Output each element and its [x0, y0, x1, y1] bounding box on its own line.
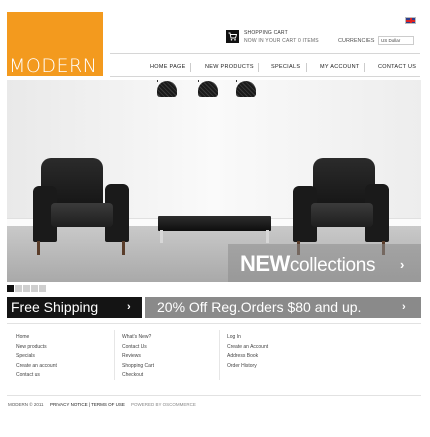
- header-divider: [110, 53, 420, 54]
- logo[interactable]: MODERN: [7, 12, 103, 76]
- nav-contact-us[interactable]: CONTACT US: [378, 64, 416, 70]
- currencies-label: CURRENCIES: [338, 38, 375, 44]
- footer-link[interactable]: Contact Us: [122, 343, 154, 353]
- uk-flag-icon[interactable]: [405, 17, 416, 24]
- footer-column-divider: [219, 330, 220, 380]
- nav-divider-line: [110, 76, 420, 77]
- footer-link[interactable]: Create an Account: [227, 343, 268, 353]
- footer-link[interactable]: What's New?: [122, 333, 154, 343]
- legal-links[interactable]: PRIVACY NOTICE | TERMS OF USE: [50, 402, 125, 407]
- cart-status: NOW IN YOUR CART 0 ITEMS: [244, 38, 319, 44]
- hero-next-arrow-icon[interactable]: ›: [400, 257, 404, 272]
- footer-link[interactable]: Create an account: [16, 362, 57, 372]
- footer-link[interactable]: Order History: [227, 362, 268, 372]
- armchair-right: [293, 158, 391, 258]
- cart-title[interactable]: SHOPPING CART: [244, 30, 288, 36]
- discount-arrow-icon[interactable]: ›: [402, 301, 406, 313]
- footer-column-3: Log In Create an Account Address Book Or…: [227, 333, 268, 371]
- discount-text: 20% Off Reg.Orders $80 and up.: [157, 299, 362, 315]
- currency-select[interactable]: US Dollar: [378, 36, 414, 45]
- footer-divider-bottom: [7, 395, 421, 396]
- footer-link[interactable]: Checkout: [122, 371, 154, 381]
- coffee-table-leg: [160, 230, 163, 243]
- nav-divider: [364, 63, 365, 72]
- copyright-text: MODERN © 2011: [8, 402, 44, 407]
- armchair-left: [33, 158, 131, 258]
- free-shipping-text: Free Shipping: [11, 299, 99, 315]
- footer-link[interactable]: Reviews: [122, 352, 154, 362]
- logo-text: MODERN: [9, 55, 98, 77]
- footer-link[interactable]: New products: [16, 343, 57, 353]
- nav-divider: [190, 63, 191, 72]
- free-shipping-arrow-icon[interactable]: ›: [127, 301, 131, 313]
- slider-dot-2[interactable]: [15, 285, 22, 292]
- nav-my-account[interactable]: MY ACCOUNT: [320, 64, 360, 70]
- slider-dot-4[interactable]: [31, 285, 38, 292]
- footer-link[interactable]: Home: [16, 333, 57, 343]
- slider-dot-1[interactable]: [7, 285, 14, 292]
- cart-icon[interactable]: [226, 30, 239, 43]
- footer-column-2: What's New? Contact Us Reviews Shopping …: [122, 333, 154, 381]
- nav-specials[interactable]: SPECIALS: [271, 64, 300, 70]
- currency-selected-value: US Dollar: [381, 38, 401, 43]
- footer-column-divider: [114, 330, 115, 380]
- powered-by-text[interactable]: POWERED BY OSCOMMERCE: [131, 402, 196, 407]
- nav-divider: [306, 63, 307, 72]
- footer-divider-top: [7, 323, 421, 324]
- footer-link[interactable]: Shopping Cart: [122, 362, 154, 372]
- footer-link[interactable]: Contact us: [16, 371, 57, 381]
- nav-home-page[interactable]: HOME PAGE: [150, 64, 186, 70]
- footer-link[interactable]: Specials: [16, 352, 57, 362]
- slider-dot-3[interactable]: [23, 285, 30, 292]
- nav-divider: [258, 63, 259, 72]
- nav-new-products[interactable]: NEW PRODUCTS: [205, 64, 254, 70]
- slider-dot-5[interactable]: [39, 285, 46, 292]
- footer-column-1: Home New products Specials Create an acc…: [16, 333, 57, 381]
- hero-caption[interactable]: NEWcollections: [240, 251, 376, 277]
- footer-link[interactable]: Log In: [227, 333, 268, 343]
- coffee-table: [158, 216, 271, 231]
- coffee-table-leg: [266, 230, 269, 243]
- footer-link[interactable]: Address Book: [227, 352, 268, 362]
